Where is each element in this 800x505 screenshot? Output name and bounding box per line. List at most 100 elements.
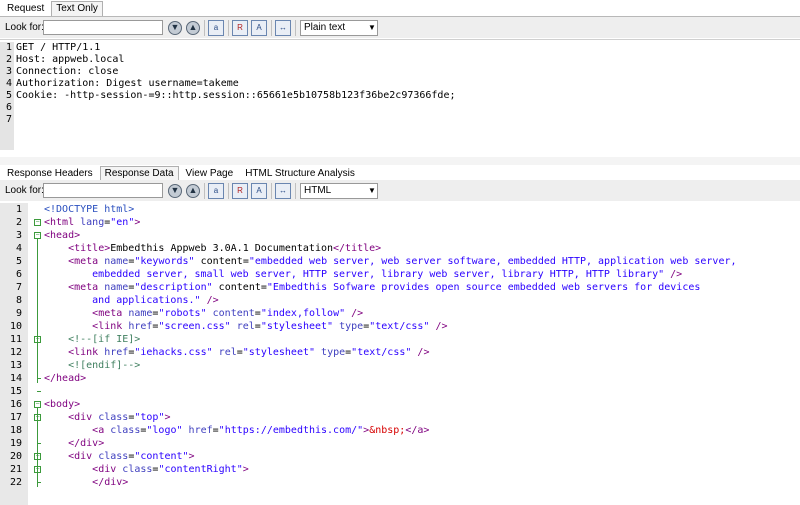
request-line: Host: appweb.local <box>16 54 125 65</box>
code-line: <link href="iehacks.css" rel="stylesheet… <box>68 347 430 358</box>
request-line: Authorization: Digest username=takeme <box>16 78 239 89</box>
tab-html-structure-analysis[interactable]: HTML Structure Analysis <box>240 166 360 181</box>
code-line: <meta name="keywords" content="embedded … <box>68 256 737 267</box>
fold-end-tick <box>37 443 41 444</box>
line-number: 14 <box>9 373 22 384</box>
request-search-toolbar: Look for: ▼ ▲ a R A ↔ Plain text ▼ <box>0 17 800 38</box>
look-for-label: Look for: <box>5 185 44 196</box>
code-line: <link href="screen.css" rel="stylesheet"… <box>92 321 448 332</box>
code-line: <title>Embedthis Appweb 3.0A.1 Documenta… <box>68 243 382 254</box>
code-line: <a class="logo" href="https://embedthis.… <box>92 425 430 436</box>
line-number: 7 <box>15 282 22 293</box>
line-number: 3 <box>15 230 22 241</box>
find-next-icon[interactable]: ▼ <box>168 183 182 198</box>
wrap-icon[interactable]: ↔ <box>275 182 291 199</box>
pane-splitter[interactable] <box>0 157 800 165</box>
request-line: Cookie: -http-session-=9::http.session::… <box>16 90 456 101</box>
tab-request[interactable]: Request <box>2 1 49 16</box>
match-case-icon[interactable]: a <box>208 19 224 36</box>
fold-end-tick <box>37 378 41 379</box>
fold-end-tick <box>37 482 41 483</box>
code-line: <html lang="en"> <box>44 217 141 228</box>
line-number: 4 <box>15 243 22 254</box>
line-number: 18 <box>9 425 22 436</box>
fold-toggle-icon[interactable]: − <box>34 219 41 226</box>
line-number: 11 <box>9 334 22 345</box>
code-line: <!DOCTYPE html> <box>44 204 135 215</box>
request-line <box>16 102 456 114</box>
code-line: <meta name="robots" content="index,follo… <box>92 308 364 319</box>
line-number: 22 <box>9 477 22 488</box>
line-number: 5 <box>5 90 12 101</box>
line-number: 6 <box>5 102 12 113</box>
code-line: </div> <box>92 477 129 488</box>
find-next-icon[interactable]: ▼ <box>168 20 182 35</box>
look-for-label: Look for: <box>5 22 44 33</box>
line-number: 2 <box>5 54 12 65</box>
line-number: 5 <box>15 256 22 267</box>
fold-toggle-icon[interactable]: − <box>34 401 41 408</box>
tab-view-page[interactable]: View Page <box>181 166 239 181</box>
code-line: <body> <box>44 399 81 410</box>
response-search-input[interactable] <box>43 183 163 198</box>
tab-response-data[interactable]: Response Data <box>99 166 179 181</box>
request-tab-bar: Request Text Only <box>0 0 800 17</box>
whole-word-icon[interactable]: A <box>251 182 267 199</box>
line-number: 12 <box>9 347 22 358</box>
line-number: 2 <box>15 217 22 228</box>
line-number: 10 <box>9 321 22 332</box>
tab-response-headers[interactable]: Response Headers <box>2 166 98 181</box>
code-line: <head> <box>44 230 81 241</box>
find-previous-icon[interactable]: ▲ <box>186 183 200 198</box>
line-number: 13 <box>9 360 22 371</box>
code-line: embedded server, small web server, HTTP … <box>44 269 683 280</box>
line-number: 19 <box>9 438 22 449</box>
line-number: 1 <box>15 204 22 215</box>
wrap-icon[interactable]: ↔ <box>275 19 291 36</box>
match-case-icon[interactable]: a <box>208 182 224 199</box>
tab-text-only[interactable]: Text Only <box>51 1 103 16</box>
line-number: 6 <box>15 269 22 280</box>
request-format-select[interactable]: Plain text ▼ <box>300 19 378 36</box>
toolbar-divider <box>228 19 229 36</box>
response-search-toolbar: Look for: ▼ ▲ a R A ↔ HTML ▼ <box>0 180 800 201</box>
code-line: <div class="top"> <box>68 412 171 423</box>
code-line: </div> <box>68 438 105 449</box>
code-text: <!DOCTYPE html> <html lang="en"> <head> <t… <box>44 203 737 489</box>
code-line-numbers: 1 2 3 4 5 6 7 8 9 10 11 12 13 14 15 16 17 18 19 20 21 22 <box>0 203 28 505</box>
toolbar-divider <box>228 182 229 199</box>
toolbar-divider <box>204 19 205 36</box>
toolbar-divider <box>271 19 272 36</box>
line-number: 4 <box>5 78 12 89</box>
fold-guide-line <box>37 239 38 383</box>
request-text-area[interactable]: 1 2 3 4 5 6 7 GET / HTTP/1.1 Host: appwe… <box>0 39 800 158</box>
regex-icon[interactable]: R <box>232 182 248 199</box>
request-line <box>16 114 456 126</box>
line-number: 21 <box>9 464 22 475</box>
response-format-value: HTML <box>304 185 332 196</box>
chevron-down-icon: ▼ <box>368 186 376 195</box>
toolbar-divider <box>271 182 272 199</box>
request-format-value: Plain text <box>304 22 346 33</box>
line-number: 1 <box>5 42 12 53</box>
request-line-numbers: 1 2 3 4 5 6 7 <box>0 42 14 150</box>
chevron-down-icon: ▼ <box>368 23 376 32</box>
line-number: 8 <box>15 295 22 306</box>
line-number: 16 <box>9 399 22 410</box>
request-search-input[interactable] <box>43 20 163 35</box>
regex-icon[interactable]: R <box>232 19 248 36</box>
line-number: 17 <box>9 412 22 423</box>
code-line: <meta name="description" content="Embedt… <box>68 282 701 293</box>
response-format-select[interactable]: HTML ▼ <box>300 182 378 199</box>
toolbar-divider <box>295 182 296 199</box>
fold-guide-line <box>37 473 38 487</box>
whole-word-icon[interactable]: A <box>251 19 267 36</box>
code-line: <div class="contentRight"> <box>92 464 249 475</box>
line-number: 20 <box>9 451 22 462</box>
line-number: 3 <box>5 66 12 77</box>
find-previous-icon[interactable]: ▲ <box>186 20 200 35</box>
response-code-view[interactable]: 12345678910111213141516171819202122 −−−−… <box>0 203 800 505</box>
request-line: GET / HTTP/1.1 <box>16 42 101 53</box>
fold-toggle-icon[interactable]: − <box>34 232 41 239</box>
